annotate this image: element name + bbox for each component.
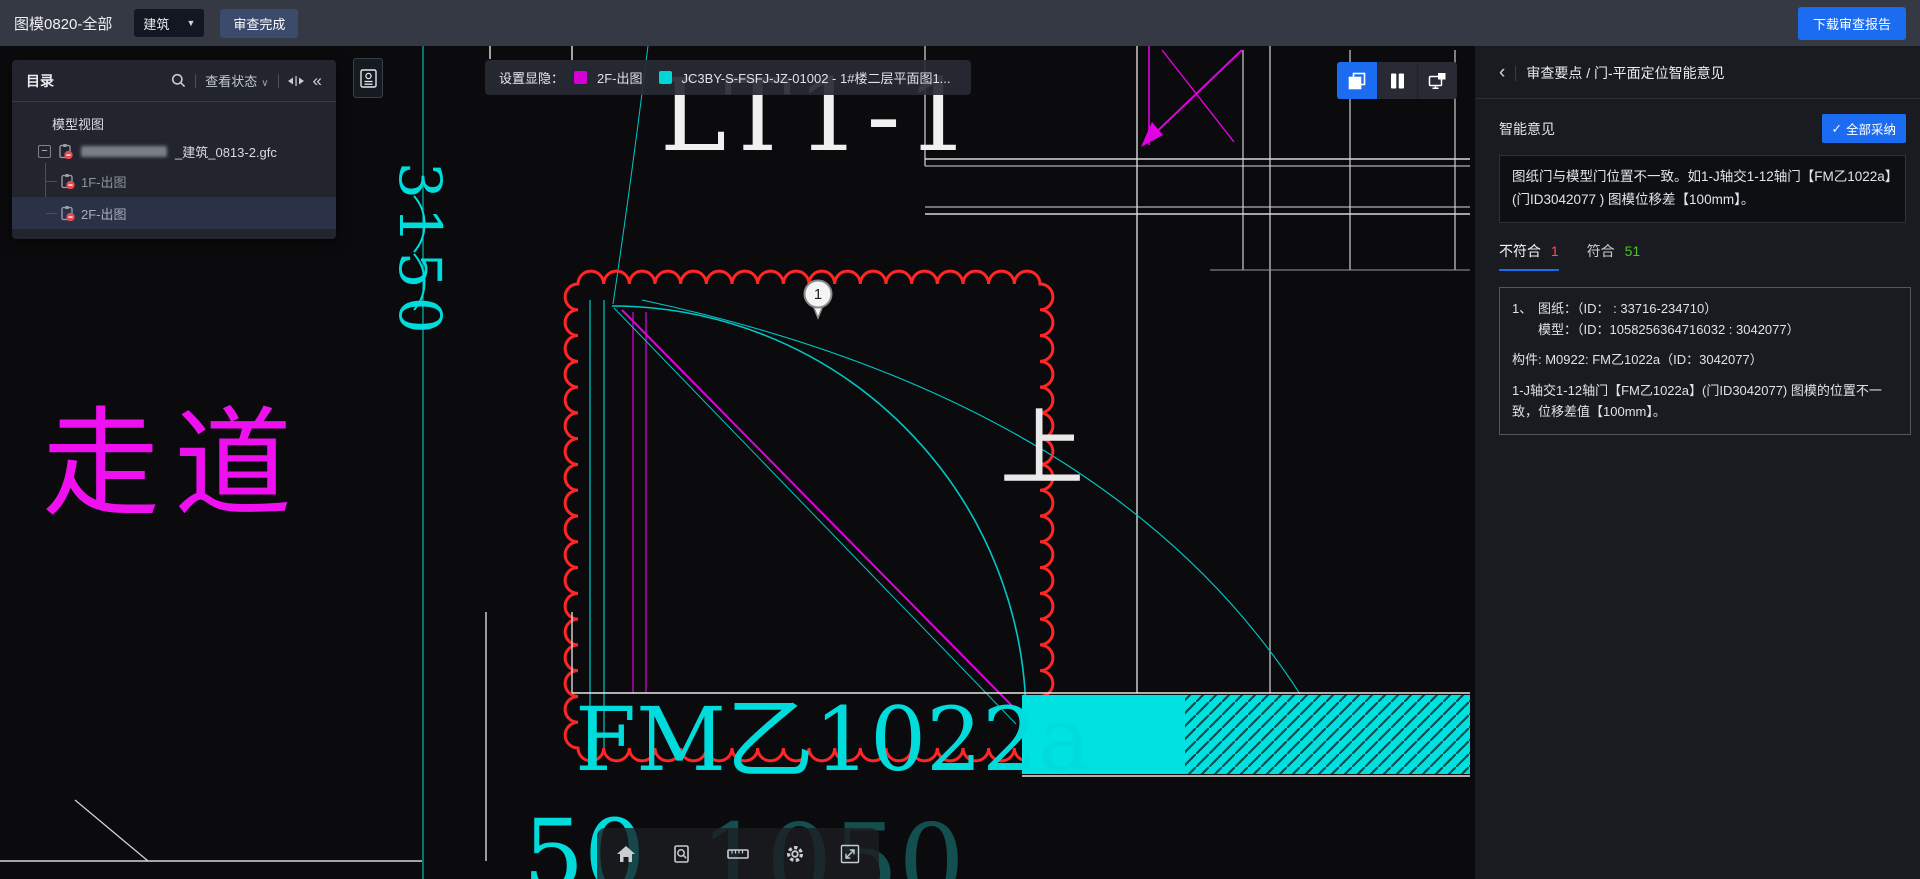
ruler-icon	[727, 848, 749, 859]
fullscreen-button[interactable]	[839, 843, 861, 865]
header-divider	[195, 73, 197, 88]
page-title: 图模0820-全部	[14, 15, 113, 33]
tab-label: 符合	[1586, 242, 1615, 259]
accept-all-label: 全部采纳	[1845, 123, 1896, 137]
review-done-button[interactable]: 审查完成	[220, 8, 299, 38]
search-icon[interactable]	[171, 73, 186, 88]
legend-label: 设置显隐：	[499, 71, 565, 86]
model-file-icon	[59, 144, 73, 159]
check-icon: ✓	[1831, 122, 1842, 136]
model-views-section-title: 模型视图	[52, 117, 105, 132]
finding-component: 构件: M0922: FM乙1022a（ID：3042077）	[1512, 352, 1763, 368]
dimension-3150: 3150	[386, 162, 454, 342]
layer-label-drawing: JC3BY-S-FSFJ-JZ-01002 - 1#楼二层平面图1...	[681, 71, 951, 86]
discipline-select[interactable]: 建筑 ▼	[134, 9, 205, 37]
accept-all-button[interactable]: ✓ 全部采纳	[1821, 114, 1906, 143]
corridor-label: 走道	[42, 395, 306, 533]
drawing-model-icon	[1428, 72, 1446, 89]
tree-item-2f-selected[interactable]: 2F-出图	[12, 197, 336, 229]
opinion-description: 图纸门与模型门位置不一致。如1-J轴交1-12轴门【FM乙1022a】(门ID3…	[1499, 155, 1906, 223]
up-symbol: 上	[1000, 400, 1084, 498]
canvas-toolbar	[597, 828, 879, 879]
chevron-down-icon: ∨	[261, 78, 269, 89]
view-mode-group	[1337, 62, 1457, 99]
issue-marker-number: 1	[814, 286, 822, 303]
view-mode-model-button[interactable]	[1417, 62, 1457, 99]
model-view-icon	[61, 206, 75, 221]
tree-children: 1F-出图 2F-出图	[12, 163, 336, 229]
back-chevron-icon[interactable]: ‹	[1499, 63, 1505, 82]
breadcrumb: ‹ 审查要点 / 门-平面定位智能意见	[1499, 63, 1906, 83]
finding-index: 1、	[1512, 300, 1533, 316]
tab-count-pass: 51	[1624, 242, 1641, 259]
resize-width-icon[interactable]	[287, 74, 304, 88]
review-panel: ‹ 审查要点 / 门-平面定位智能意见 智能意见 ✓ 全部采纳 图纸门与模型门位…	[1475, 46, 1920, 879]
finding-model-id: 模型：（ID：1058256364716032 : 3042077）	[1538, 321, 1800, 337]
finding-card[interactable]: 1、 图纸：（ID： : 33716-234710） 模型：（ID：105825…	[1499, 286, 1911, 435]
preview-search-button[interactable]	[671, 843, 693, 865]
model-view-icon	[61, 174, 75, 189]
result-tabs: 不符合 1 符合 51	[1499, 241, 1906, 271]
tree-item-label: 2F-出图	[81, 206, 127, 222]
measure-button[interactable]	[726, 843, 750, 865]
tree-expander-icon[interactable]: −	[38, 144, 51, 158]
issue-marker-pin[interactable]: 1	[803, 279, 833, 321]
home-view-button[interactable]	[615, 843, 637, 865]
catalog-header: 目录 查看状态 ∨ «	[12, 60, 336, 102]
catalog-panel: 目录 查看状态 ∨ « 模型视图 − _建筑_0813-2.gfc 1F-出图 …	[12, 60, 336, 239]
view-mode-overlay-button[interactable]	[1337, 62, 1377, 99]
discipline-value: 建筑	[143, 16, 170, 32]
tab-noncompliant[interactable]: 不符合 1	[1499, 241, 1559, 271]
root-file-label: _建筑_0813-2.gfc	[175, 144, 277, 160]
document-search-icon	[673, 844, 689, 863]
fullscreen-icon	[840, 844, 860, 863]
tree-root-node[interactable]: − _建筑_0813-2.gfc	[12, 137, 336, 165]
door-mark-label: FM乙1022a	[575, 688, 1091, 791]
cad-viewport[interactable]: LT1-1 3150 走道 上 FM乙1022a 1050 50 1 目录 查看…	[0, 46, 1475, 879]
layer-swatch-2f[interactable]	[574, 71, 588, 84]
opinion-title: 智能意见	[1499, 120, 1555, 137]
view-status-label: 查看状态	[205, 74, 258, 89]
drawing-badge-button[interactable]	[353, 58, 383, 98]
tree-item-label: 1F-出图	[81, 174, 127, 190]
license-icon	[359, 69, 377, 88]
header-divider2	[277, 73, 279, 88]
settings-button[interactable]	[784, 843, 806, 865]
tree-item-1f[interactable]: 1F-出图	[12, 165, 336, 197]
overlay-layers-icon	[1348, 72, 1366, 89]
finding-detail: 1-J轴交1-12轴门【FM乙1022a】(门ID3042077) 图模的位置不…	[1512, 383, 1882, 420]
collapse-panel-icon[interactable]: «	[313, 71, 322, 91]
redacted-project-name	[81, 145, 167, 157]
breadcrumb-text: 审查要点 / 门-平面定位智能意见	[1526, 65, 1725, 81]
catalog-title: 目录	[26, 72, 54, 89]
visibility-legend: 设置显隐： 2F-出图 JC3BY-S-FSFJ-JZ-01002 - 1#楼二…	[485, 60, 971, 95]
split-view-icon	[1391, 73, 1404, 88]
tab-count-fail: 1	[1550, 242, 1559, 259]
tab-compliant[interactable]: 符合 51	[1587, 241, 1640, 271]
home-icon	[617, 845, 635, 862]
tab-label: 不符合	[1499, 242, 1541, 259]
download-report-button[interactable]: 下载审查报告	[1797, 6, 1906, 40]
layer-label-2f: 2F-出图	[597, 71, 643, 86]
panel-divider	[1475, 98, 1920, 99]
view-mode-split-button[interactable]	[1377, 62, 1417, 99]
gear-icon	[786, 845, 803, 862]
layer-swatch-drawing[interactable]	[658, 71, 672, 84]
chevron-down-icon: ▼	[186, 18, 196, 28]
finding-drawing-id: 图纸：（ID： : 33716-234710）	[1538, 300, 1718, 316]
top-bar: 图模0820-全部 建筑 ▼ 审查完成 下载审查报告	[0, 0, 1920, 46]
breadcrumb-divider	[1515, 65, 1517, 81]
view-status-dropdown[interactable]: 查看状态 ∨	[205, 71, 268, 90]
